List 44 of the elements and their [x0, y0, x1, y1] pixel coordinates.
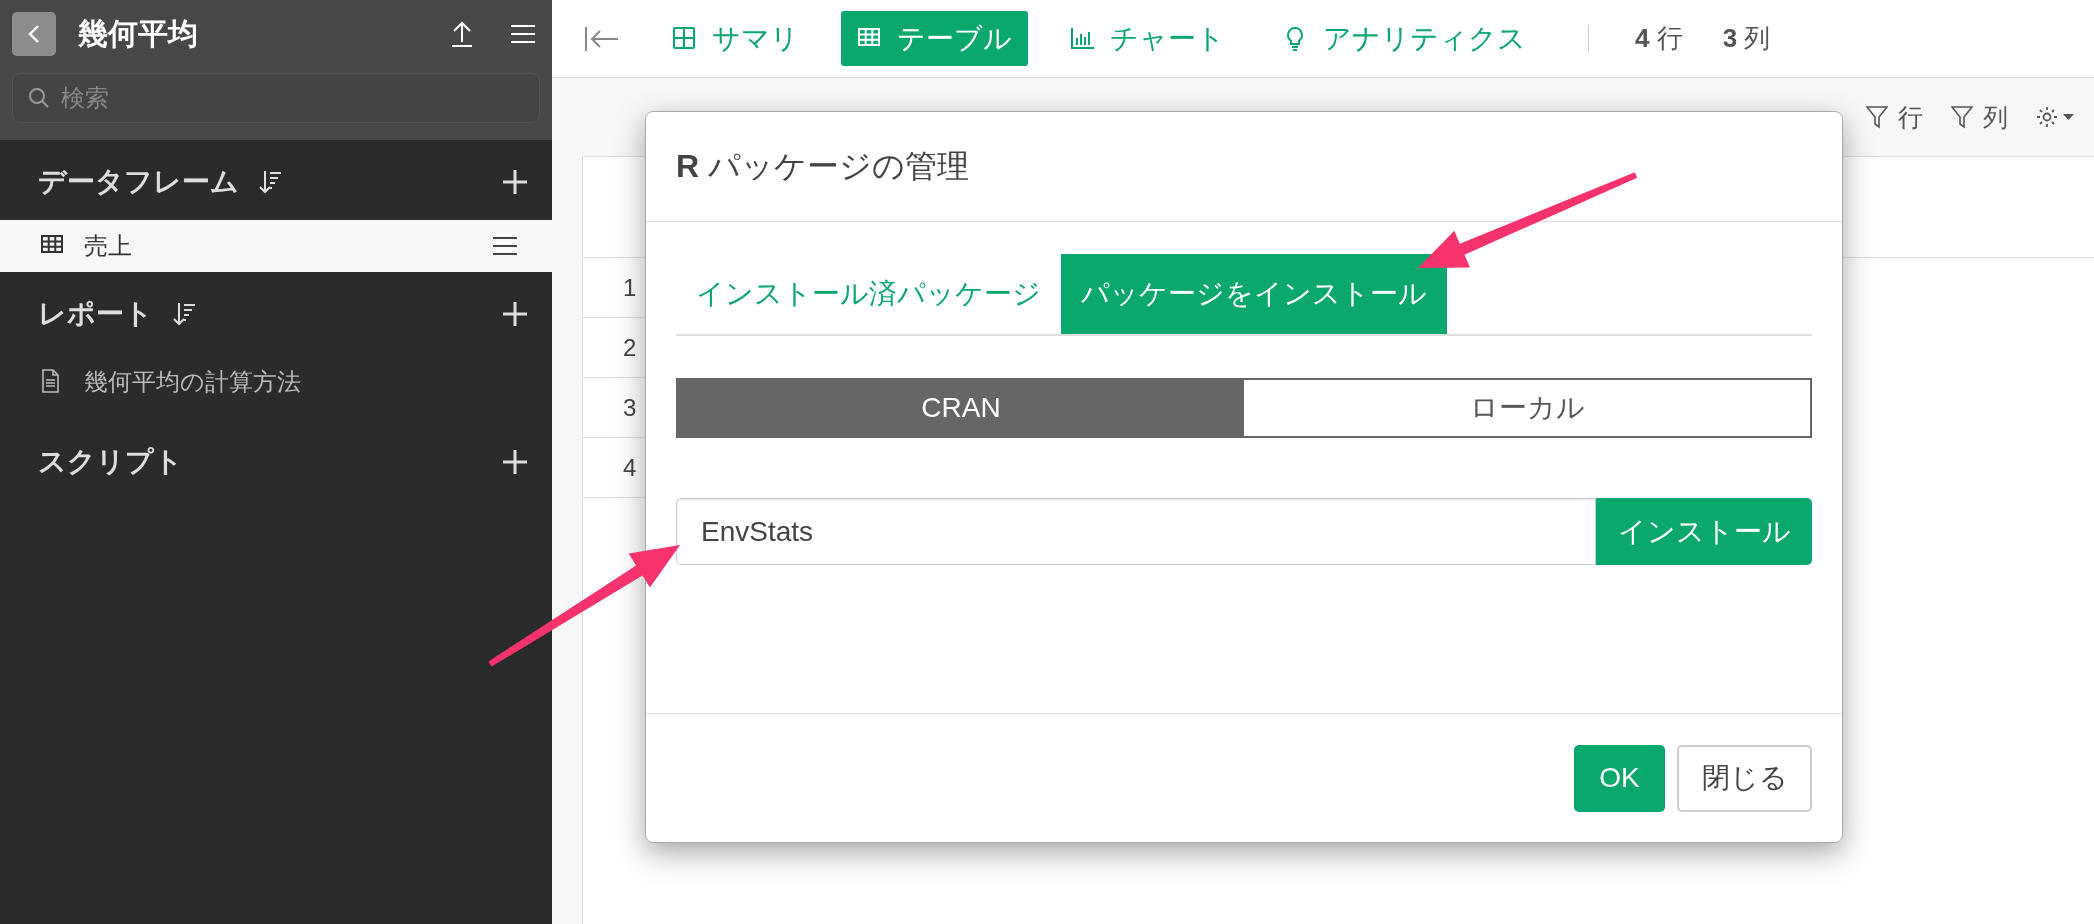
- filter-icon: [1866, 105, 1888, 129]
- menu-icon[interactable]: [492, 235, 518, 257]
- settings-icon: [2036, 105, 2076, 129]
- collapse-icon[interactable]: [584, 24, 620, 53]
- add-icon[interactable]: [502, 301, 528, 327]
- project-title: 幾何平均: [78, 15, 198, 52]
- back-button[interactable]: [12, 12, 56, 56]
- count-label: 3 列: [1722, 22, 1771, 55]
- sort-icon[interactable]: [173, 301, 197, 327]
- filter-icon: [1951, 105, 1973, 129]
- section-title: スクリプト: [38, 445, 183, 479]
- bar-chart-icon: [1070, 25, 1096, 52]
- row-number: 4: [623, 453, 637, 482]
- dialog-tab[interactable]: インストール済パッケージ: [676, 254, 1061, 334]
- package-input[interactable]: EnvStats: [676, 498, 1596, 565]
- dialog-tab[interactable]: パッケージをインストール: [1061, 254, 1447, 334]
- add-icon[interactable]: [502, 169, 528, 195]
- count-label: 4 行: [1635, 22, 1683, 55]
- ok-button[interactable]: OK: [1574, 744, 1665, 812]
- row-number: 3: [623, 393, 637, 422]
- section-title: レポート: [38, 297, 153, 331]
- view-tab[interactable]: サマリ: [656, 11, 815, 66]
- menu-icon[interactable]: [510, 23, 536, 45]
- chevron-left-icon: [27, 23, 41, 45]
- filter-button[interactable]: 列: [1951, 100, 2008, 134]
- row-number: 2: [623, 333, 637, 362]
- sidebar-item[interactable]: 売上: [0, 220, 552, 272]
- search-icon: [28, 87, 50, 109]
- section-title: データフレーム: [38, 165, 239, 199]
- close-button[interactable]: 閉じる: [1677, 744, 1812, 812]
- row-number: 1: [623, 273, 637, 302]
- view-tab[interactable]: テーブル: [841, 11, 1028, 66]
- view-tab[interactable]: アナリティクス: [1267, 11, 1542, 66]
- sort-icon[interactable]: [259, 169, 283, 195]
- search-field[interactable]: 検索: [12, 73, 540, 123]
- upload-icon[interactable]: [450, 20, 474, 48]
- source-toggle[interactable]: CRAN: [678, 380, 1244, 436]
- grid-icon: [672, 25, 698, 52]
- add-icon[interactable]: [502, 449, 528, 475]
- install-button[interactable]: インストール: [1596, 498, 1812, 565]
- view-tab[interactable]: チャート: [1054, 11, 1241, 66]
- filter-button[interactable]: 行: [1866, 100, 1923, 134]
- sidebar-item[interactable]: 幾何平均の計算方法: [0, 352, 552, 412]
- settings-button[interactable]: [2036, 105, 2076, 129]
